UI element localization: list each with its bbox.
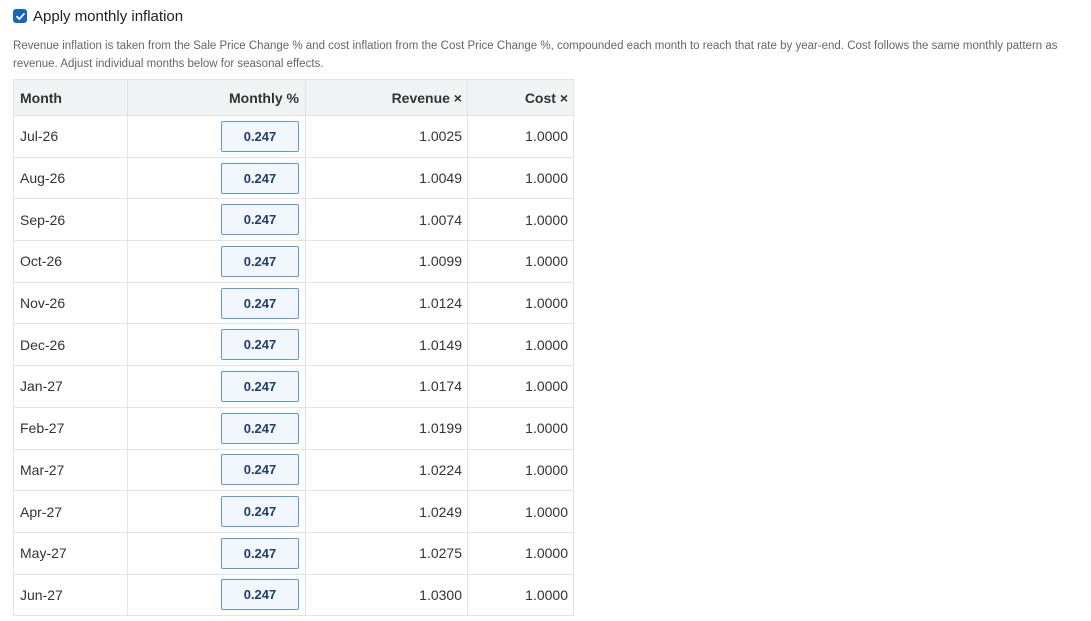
cost-multiplier-cell: 1.0000 [467,406,574,450]
monthly-pct-input[interactable] [221,120,299,152]
revenue-multiplier-cell: 1.0049 [305,156,468,200]
monthly-pct-cell [127,281,306,325]
monthly-pct-cell [127,156,306,200]
apply-inflation-label[interactable]: Apply monthly inflation [33,8,183,25]
monthly-pct-input[interactable] [221,245,299,277]
cost-multiplier-cell: 1.0000 [467,573,574,617]
revenue-multiplier-cell: 1.0249 [305,490,468,533]
revenue-multiplier-cell: 1.0099 [305,240,468,283]
month-cell: Oct-26 [13,240,128,283]
monthly-pct-cell [127,323,306,367]
revenue-multiplier-cell: 1.0124 [305,281,468,325]
monthly-pct-input[interactable] [221,496,299,528]
month-cell: Apr-27 [13,490,128,533]
cost-multiplier-cell: 1.0000 [467,198,574,242]
cost-multiplier-cell: 1.0000 [467,281,574,325]
monthly-pct-cell [127,531,306,575]
month-cell: May-27 [13,531,128,575]
monthly-pct-input[interactable] [221,287,299,319]
monthly-pct-input[interactable] [221,454,299,486]
table-row: Oct-26 1.00991.0000 [13,240,574,283]
cost-multiplier-cell: 1.0000 [467,365,574,408]
monthly-pct-input[interactable] [221,162,299,194]
cost-multiplier-cell: 1.0000 [467,156,574,200]
table-row: Apr-27 1.02491.0000 [13,490,574,533]
monthly-pct-cell [127,573,306,617]
month-cell: Feb-27 [13,406,128,450]
month-cell: Mar-27 [13,448,128,492]
monthly-pct-input[interactable] [221,412,299,444]
table-row: Sep-26 1.00741.0000 [13,198,574,242]
monthly-pct-cell [127,490,306,533]
revenue-multiplier-cell: 1.0224 [305,448,468,492]
table-row: Jan-27 1.01741.0000 [13,365,574,408]
month-cell: Jun-27 [13,573,128,617]
monthly-pct-cell [127,240,306,283]
monthly-pct-cell [127,365,306,408]
table-row: May-27 1.02751.0000 [13,531,574,575]
cost-multiplier-cell: 1.0000 [467,323,574,367]
monthly-pct-cell [127,406,306,450]
month-cell: Jan-27 [13,365,128,408]
revenue-multiplier-cell: 1.0199 [305,406,468,450]
cost-multiplier-cell: 1.0000 [467,490,574,533]
monthly-pct-cell [127,198,306,242]
month-cell: Jul-26 [13,115,128,158]
apply-inflation-toggle[interactable]: Apply monthly inflation [13,6,183,26]
cost-multiplier-cell: 1.0000 [467,115,574,158]
monthly-pct-cell [127,115,306,158]
header-monthly-pct: Monthly % [127,79,306,116]
table-row: Nov-26 1.01241.0000 [13,281,574,325]
month-cell: Nov-26 [13,281,128,325]
table-row: Jun-27 1.03001.0000 [13,573,574,617]
revenue-multiplier-cell: 1.0025 [305,115,468,158]
revenue-multiplier-cell: 1.0074 [305,198,468,242]
monthly-pct-input[interactable] [221,329,299,361]
table-row: Feb-27 1.01991.0000 [13,406,574,450]
table-header-row: Month Monthly % Revenue × Cost × [13,79,574,116]
inflation-description: Revenue inflation is taken from the Sale… [13,40,1058,70]
monthly-pct-input[interactable] [221,537,299,569]
header-month: Month [13,79,128,116]
table-row: Mar-27 1.02241.0000 [13,448,574,492]
header-revenue-multiplier: Revenue × [305,79,468,116]
revenue-multiplier-cell: 1.0149 [305,323,468,367]
month-cell: Sep-26 [13,198,128,242]
cost-multiplier-cell: 1.0000 [467,531,574,575]
month-cell: Aug-26 [13,156,128,200]
revenue-multiplier-cell: 1.0275 [305,531,468,575]
cost-multiplier-cell: 1.0000 [467,448,574,492]
table-row: Dec-26 1.01491.0000 [13,323,574,367]
monthly-inflation-table: Month Monthly % Revenue × Cost × Jul-26 1… [13,79,574,617]
revenue-multiplier-cell: 1.0174 [305,365,468,408]
monthly-pct-input[interactable] [221,579,299,611]
header-cost-multiplier: Cost × [467,79,574,116]
monthly-pct-input[interactable] [221,370,299,402]
monthly-pct-input[interactable] [221,204,299,236]
revenue-multiplier-cell: 1.0300 [305,573,468,617]
cost-multiplier-cell: 1.0000 [467,240,574,283]
table-row: Aug-26 1.00491.0000 [13,156,574,200]
monthly-pct-cell [127,448,306,492]
table-row: Jul-26 1.00251.0000 [13,115,574,158]
month-cell: Dec-26 [13,323,128,367]
checkbox-checked-icon[interactable] [13,9,27,23]
